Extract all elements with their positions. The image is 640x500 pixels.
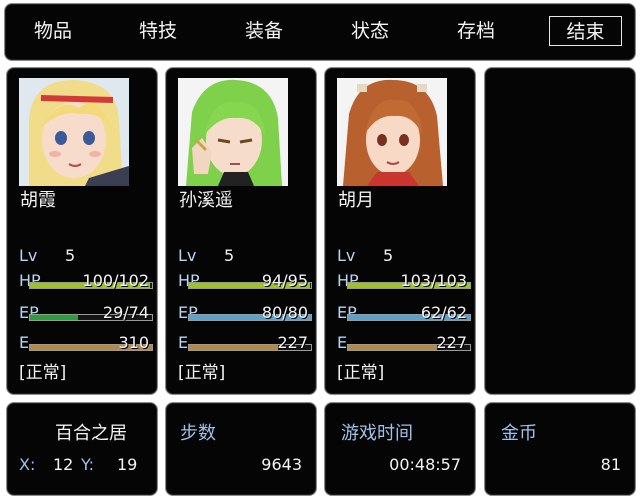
location-name: 百合之居 — [55, 423, 127, 444]
character-portrait — [178, 78, 288, 186]
hp-value: 103/103 — [400, 271, 467, 290]
bar-fill — [189, 345, 279, 350]
x-coordinate-value: 12 — [53, 455, 74, 474]
lv-label: Lv — [19, 246, 38, 265]
y-coordinate-label: Y: — [81, 455, 95, 474]
level-value: 5 — [224, 246, 235, 265]
status-condition: [正常] — [19, 363, 67, 383]
steps-value: 9643 — [261, 455, 302, 474]
command-menu: 物品 特技 装备 状态 存档 结束 — [4, 3, 636, 61]
e-value: 310 — [118, 333, 149, 352]
menu-item-skills[interactable]: 特技 — [118, 16, 198, 46]
menu-item-equipment[interactable]: 装备 — [224, 16, 304, 46]
level-value: 5 — [65, 246, 76, 265]
location-panel: 百合之居 X: 12 Y: 19 — [6, 402, 158, 496]
steps-label: 步数 — [180, 423, 216, 444]
character-name: 胡月 — [338, 190, 374, 211]
party-member-card-3[interactable]: 胡月 Lv 5 HP 103/103 EP 62/62 E 227 [正常] — [324, 67, 476, 395]
menu-item-status[interactable]: 状态 — [330, 16, 410, 46]
bar-fill — [30, 315, 78, 320]
e-label: E — [178, 333, 189, 352]
e-label: E — [19, 333, 30, 352]
play-time-value: 00:48:57 — [389, 455, 461, 474]
character-portrait — [337, 78, 447, 186]
play-time-label: 游戏时间 — [341, 423, 413, 444]
ep-value: 80/80 — [261, 303, 308, 322]
menu-item-save[interactable]: 存档 — [436, 16, 516, 46]
e-value: 227 — [277, 333, 308, 352]
ep-value: 29/74 — [102, 303, 149, 322]
y-coordinate-value: 19 — [117, 455, 138, 474]
gold-value: 81 — [600, 455, 621, 474]
level-value: 5 — [383, 246, 394, 265]
x-coordinate-label: X: — [19, 455, 36, 474]
character-portrait — [19, 78, 129, 186]
status-condition: [正常] — [337, 363, 385, 383]
gold-label: 金币 — [501, 423, 537, 444]
lv-label: Lv — [337, 246, 356, 265]
menu-item-items[interactable]: 物品 — [13, 16, 93, 46]
party-member-card-2[interactable]: 孙溪遥 Lv 5 HP 94/95 EP 80/80 E 227 [正常] — [165, 67, 317, 395]
e-label: E — [337, 333, 348, 352]
character-name: 孙溪遥 — [179, 190, 233, 211]
character-name: 胡霞 — [20, 190, 56, 211]
gold-panel: 金币 81 — [484, 402, 636, 496]
e-value: 227 — [436, 333, 467, 352]
party-member-card-1[interactable]: 胡霞 Lv 5 HP 100/102 EP 29/74 E 310 [正常] — [6, 67, 158, 395]
bar-fill — [348, 345, 438, 350]
hp-value: 100/102 — [82, 271, 149, 290]
ep-value: 62/62 — [420, 303, 467, 322]
play-time-panel: 游戏时间 00:48:57 — [324, 402, 476, 496]
status-condition: [正常] — [178, 363, 226, 383]
steps-panel: 步数 9643 — [165, 402, 317, 496]
lv-label: Lv — [178, 246, 197, 265]
hp-value: 94/95 — [261, 271, 308, 290]
party-member-card-empty[interactable] — [484, 67, 636, 395]
menu-item-quit[interactable]: 结束 — [549, 16, 622, 46]
